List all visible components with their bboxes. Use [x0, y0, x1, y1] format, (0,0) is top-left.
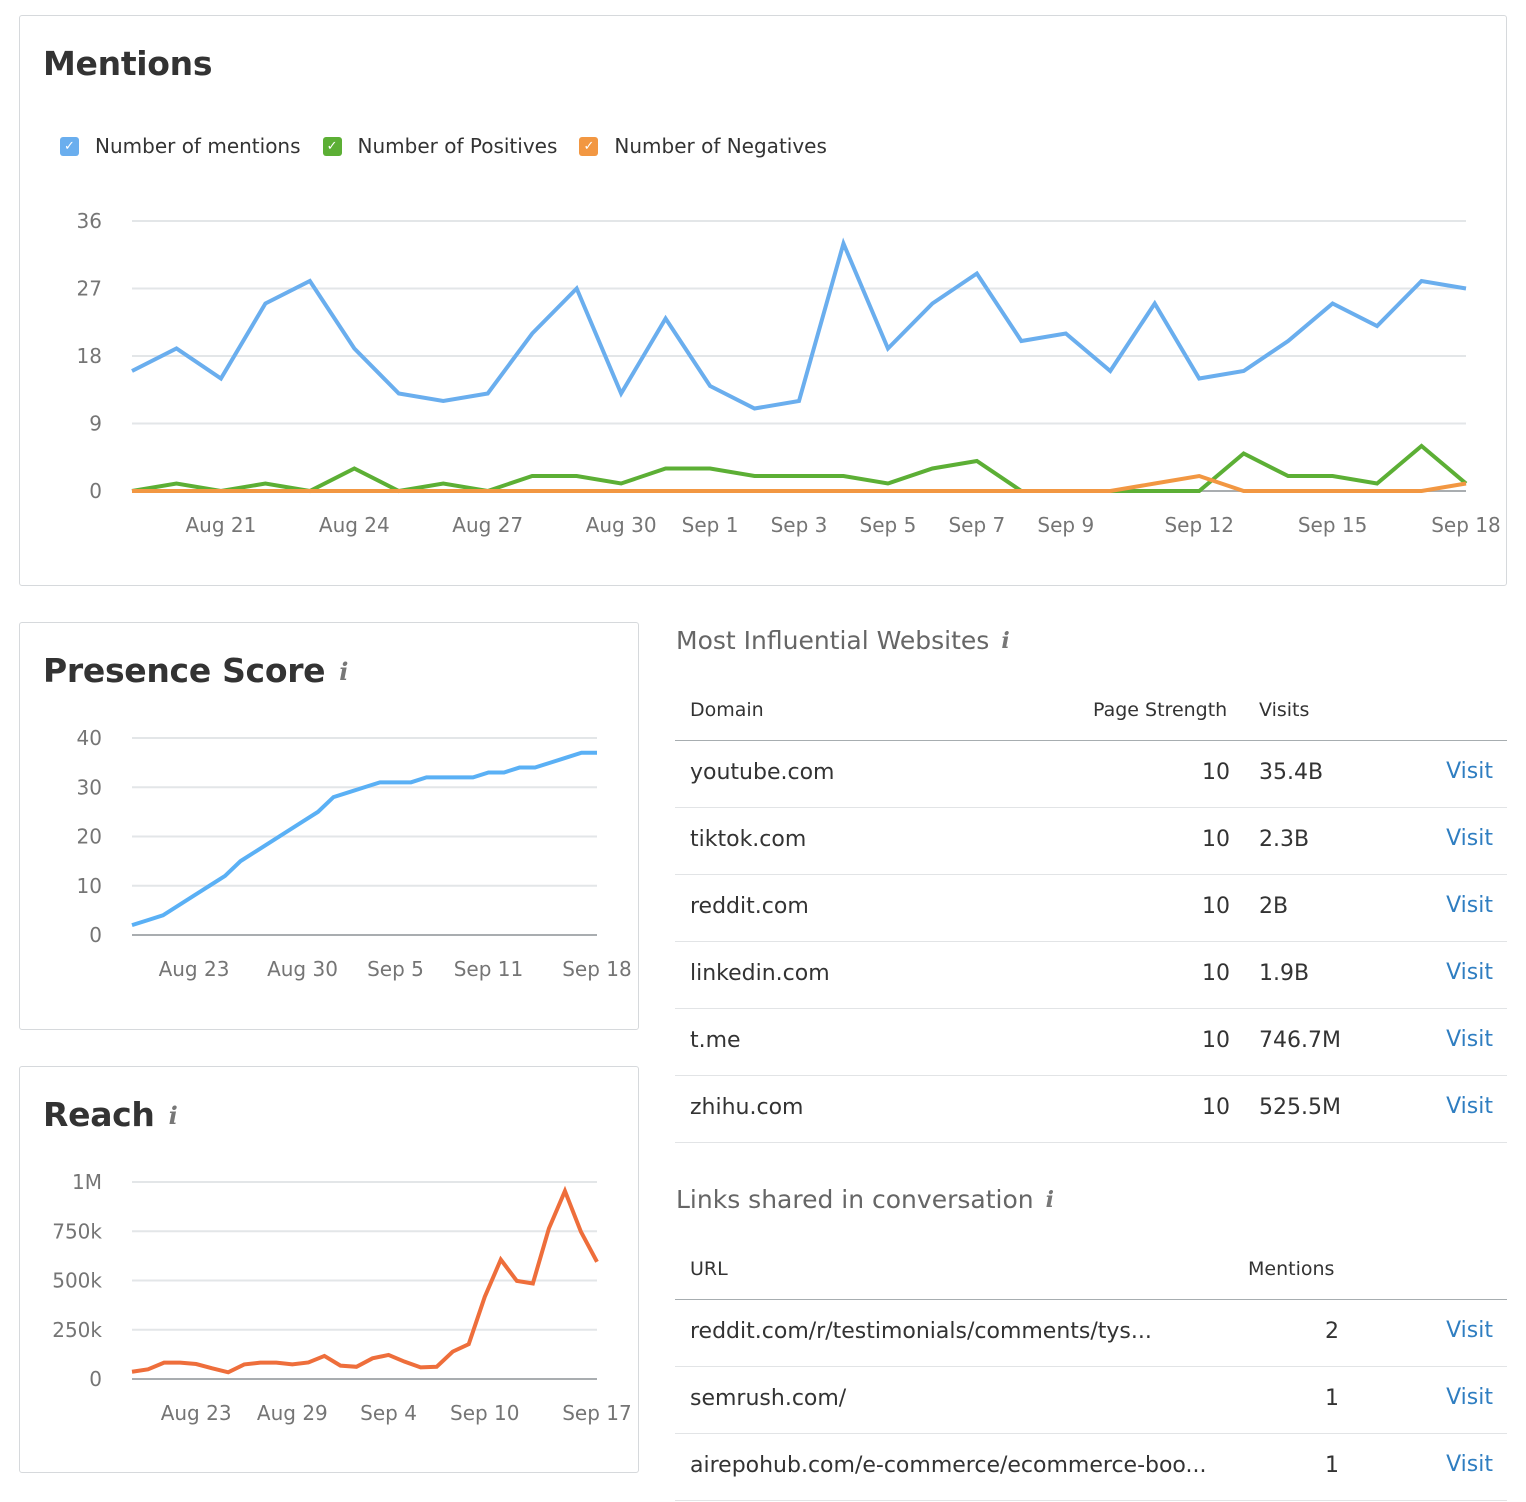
info-icon[interactable]: i: [339, 657, 348, 686]
table-row: semrush.com/1 Visit: [675, 1367, 1507, 1434]
presence-score-card: Presence Score i: [19, 622, 639, 1030]
y-tick-label: 27: [77, 277, 102, 301]
x-tick-label: Sep 12: [1164, 513, 1234, 537]
table-header: Domain Page Strength Visits: [675, 681, 1507, 741]
domain-cell: youtube.com: [690, 760, 835, 785]
series-line-number-of-mentions[interactable]: [131, 237, 1467, 411]
x-tick-label: Sep 18: [1431, 513, 1501, 537]
reach-card: Reach i: [19, 1066, 639, 1473]
page-strength-cell: 10: [1202, 1095, 1230, 1120]
visit-link[interactable]: Visit: [1446, 1452, 1493, 1477]
influential-websites-table: Domain Page Strength Visits youtube.com 1…: [675, 681, 1507, 1143]
links-shared-title-text: Links shared in conversation: [676, 1185, 1034, 1214]
visit-link[interactable]: Visit: [1446, 1318, 1493, 1343]
url-cell: semrush.com/: [690, 1386, 847, 1411]
domain-cell: zhihu.com: [690, 1095, 804, 1120]
visit-link[interactable]: Visit: [1446, 1027, 1493, 1052]
table-header: URL Mentions: [675, 1240, 1507, 1300]
mentions-chart: 0 9 18 27 36 Aug 21 Aug 24 Aug 27 Aug 30 Sep 1 Sep…: [77, 209, 1501, 537]
info-icon[interactable]: i: [1001, 628, 1009, 654]
x-tick-label: Aug 30: [586, 513, 657, 537]
table-row: reddit.com 10 2B Visit: [675, 875, 1507, 942]
info-icon[interactable]: i: [1046, 1187, 1054, 1213]
y-tick-label: 9: [89, 412, 102, 436]
x-tick-label: Aug 24: [319, 513, 390, 537]
mentions-count-cell: 2: [1325, 1319, 1339, 1344]
series-line-number-of-positives[interactable]: [131, 443, 1468, 494]
visits-cell: 2.3B: [1259, 827, 1310, 852]
visits-cell: 2B: [1259, 894, 1289, 919]
reach-title: Reach i: [43, 1095, 178, 1134]
visits-cell: 746.7M: [1259, 1028, 1341, 1053]
domain-cell: t.me: [690, 1028, 741, 1053]
influential-websites-title: Most Influential Websites i: [676, 626, 1010, 655]
mentions-count-cell: 1: [1325, 1453, 1339, 1478]
x-tick-label: Sep 3: [771, 513, 828, 537]
links-shared-title: Links shared in conversation i: [676, 1185, 1054, 1214]
column-header-page-strength: Page Strength: [1093, 699, 1228, 721]
x-tick-label: Sep 5: [860, 513, 917, 537]
influential-websites-title-text: Most Influential Websites: [676, 626, 990, 655]
presence-score-title-text: Presence Score: [43, 651, 326, 690]
domain-cell: linkedin.com: [690, 961, 830, 986]
x-tick-label: Aug 27: [452, 513, 523, 537]
domain-cell: reddit.com: [690, 894, 809, 919]
page-strength-cell: 10: [1202, 1028, 1230, 1053]
links-shared-table: URL Mentions reddit.com/r/testimonials/c…: [675, 1240, 1507, 1501]
visit-link[interactable]: Visit: [1446, 1094, 1493, 1119]
visit-link[interactable]: Visit: [1446, 893, 1493, 918]
visits-cell: 35.4B: [1259, 760, 1324, 785]
x-tick-label: Sep 15: [1298, 513, 1368, 537]
table-row: zhihu.com 10 525.5M Visit: [675, 1076, 1507, 1143]
table-row: t.me 10 746.7M Visit: [675, 1009, 1507, 1076]
table-row: linkedin.com 10 1.9B Visit: [675, 942, 1507, 1009]
visit-link[interactable]: Visit: [1446, 759, 1493, 784]
x-tick-label: Sep 7: [948, 513, 1005, 537]
visit-link[interactable]: Visit: [1446, 1385, 1493, 1410]
mentions-count-cell: 1: [1325, 1386, 1339, 1411]
column-header-visits: Visits: [1259, 699, 1310, 721]
table-row: airepohub.com/e-commerce/ecommerce-boo..…: [675, 1434, 1507, 1501]
table-row: tiktok.com 10 2.3B Visit: [675, 808, 1507, 875]
info-icon[interactable]: i: [169, 1101, 178, 1130]
column-header-url: URL: [690, 1258, 728, 1280]
column-header-domain: Domain: [690, 699, 764, 721]
page-strength-cell: 10: [1202, 827, 1230, 852]
visit-link[interactable]: Visit: [1446, 960, 1493, 985]
x-tick-label: Sep 9: [1037, 513, 1094, 537]
table-row: reddit.com/r/testimonials/comments/tys..…: [675, 1300, 1507, 1367]
table-row: youtube.com 10 35.4B Visit: [675, 741, 1507, 808]
url-cell: reddit.com/r/testimonials/comments/tys..…: [690, 1319, 1152, 1344]
visit-link[interactable]: Visit: [1446, 826, 1493, 851]
url-cell: airepohub.com/e-commerce/ecommerce-boo..…: [690, 1453, 1207, 1478]
domain-cell: tiktok.com: [690, 827, 807, 852]
y-tick-label: 36: [77, 209, 102, 233]
presence-score-title: Presence Score i: [43, 651, 348, 690]
x-tick-label: Sep 1: [682, 513, 739, 537]
page-strength-cell: 10: [1202, 760, 1230, 785]
visits-cell: 1.9B: [1259, 961, 1310, 986]
y-tick-label: 0: [89, 479, 102, 503]
y-tick-label: 18: [77, 344, 102, 368]
reach-title-text: Reach: [43, 1095, 155, 1134]
column-header-mentions: Mentions: [1248, 1258, 1335, 1280]
visits-cell: 525.5M: [1259, 1095, 1341, 1120]
page-strength-cell: 10: [1202, 961, 1230, 986]
x-tick-label: Aug 21: [186, 513, 257, 537]
page-strength-cell: 10: [1202, 894, 1230, 919]
